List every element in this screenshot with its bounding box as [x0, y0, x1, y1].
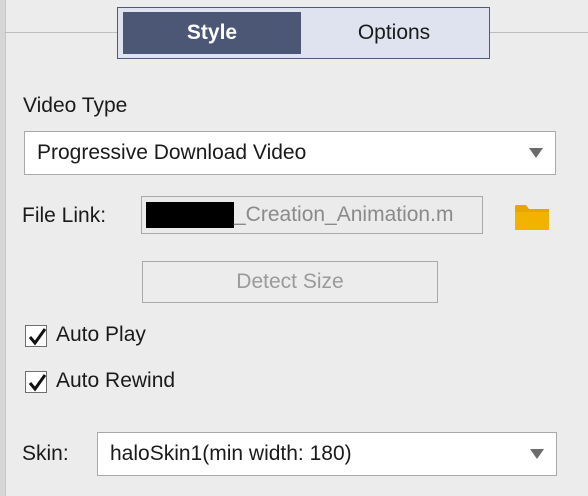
detect-size-label: Detect Size — [236, 270, 344, 293]
video-type-select[interactable]: Progressive Download Video — [24, 131, 556, 175]
tab-options[interactable]: Options — [304, 12, 484, 54]
chevron-down-icon — [529, 148, 543, 158]
chevron-down-icon — [530, 449, 544, 459]
file-link-field[interactable]: _Creation_Animation.m — [141, 196, 483, 234]
folder-icon[interactable] — [514, 200, 550, 232]
detect-size-button[interactable]: Detect Size — [142, 261, 438, 303]
file-link-value: _Creation_Animation.m — [234, 203, 454, 226]
divider — [5, 32, 118, 33]
skin-value: haloSkin1(min width: 180) — [110, 442, 352, 465]
tab-style-label: Style — [186, 21, 238, 44]
auto-play-label[interactable]: Auto Play — [56, 323, 146, 347]
checkmark-icon — [28, 374, 47, 392]
tab-bar: Style Options — [117, 7, 490, 59]
skin-label: Skin: — [22, 442, 69, 465]
auto-play-checkbox[interactable] — [25, 325, 47, 347]
tab-style[interactable]: Style — [123, 12, 301, 54]
video-type-value: Progressive Download Video — [37, 141, 307, 164]
file-link-label: File Link: — [22, 204, 107, 227]
auto-rewind-label[interactable]: Auto Rewind — [56, 369, 175, 393]
redacted-path — [146, 202, 234, 228]
divider — [490, 32, 588, 33]
tab-options-label: Options — [357, 21, 431, 44]
checkmark-icon — [28, 328, 47, 346]
video-type-label: Video Type — [23, 94, 128, 117]
panel-left-edge — [0, 0, 6, 496]
skin-select[interactable]: haloSkin1(min width: 180) — [97, 432, 557, 476]
auto-rewind-checkbox[interactable] — [25, 371, 47, 393]
